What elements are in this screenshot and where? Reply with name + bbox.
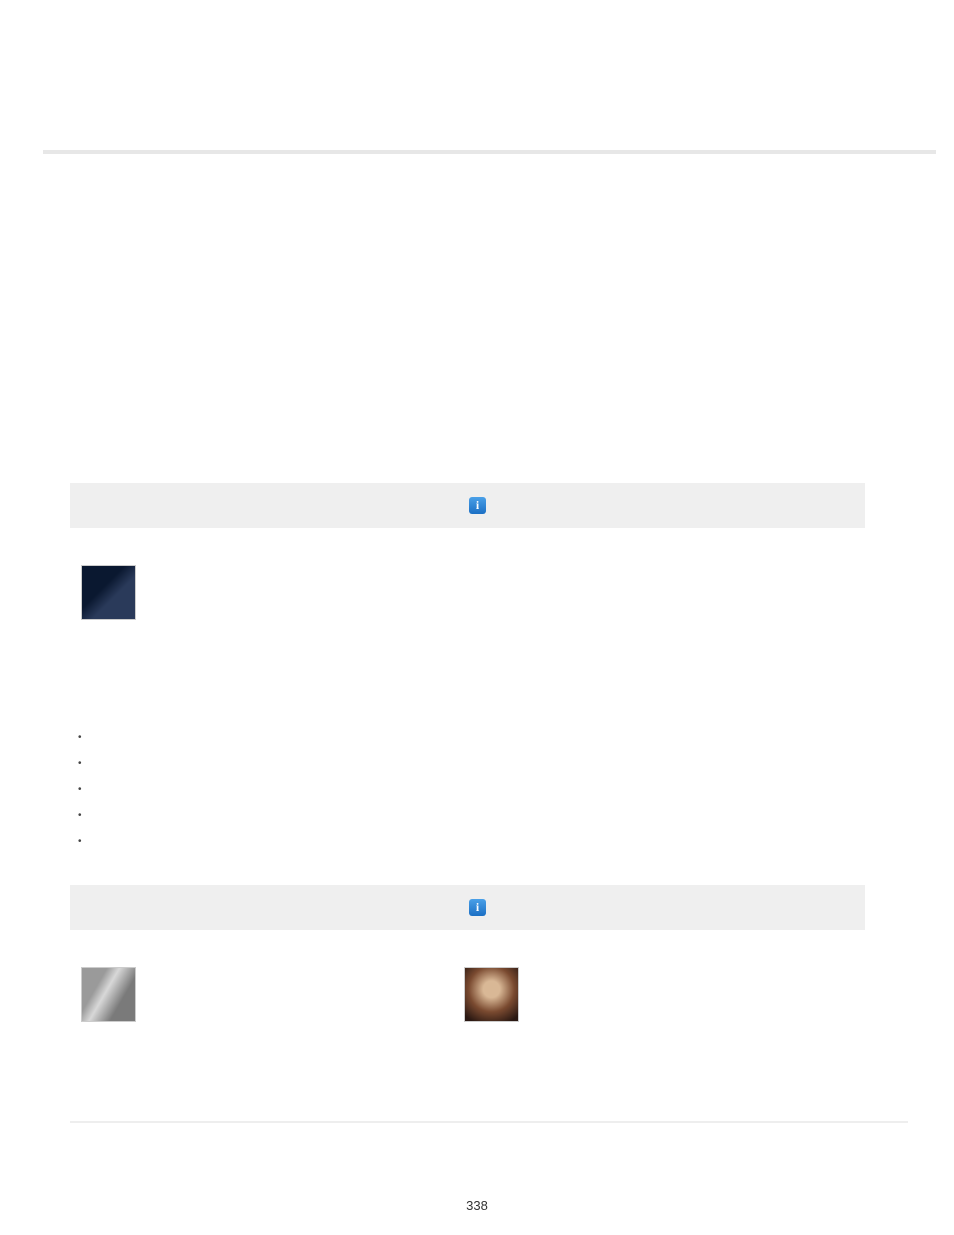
avatar-2 [81,967,136,1022]
list-item [78,751,82,777]
top-divider [43,150,936,154]
avatar-1 [81,565,136,620]
info-icon: i [469,497,486,514]
page-number: 338 [0,1198,954,1213]
info-icon: i [469,899,486,916]
avatar-3 [464,967,519,1022]
info-band-1: i [70,483,865,528]
list-item [78,777,82,803]
bullet-list [78,725,82,855]
list-item [78,803,82,829]
list-item [78,829,82,855]
bottom-divider [70,1121,908,1123]
info-band-2: i [70,885,865,930]
list-item [78,725,82,751]
